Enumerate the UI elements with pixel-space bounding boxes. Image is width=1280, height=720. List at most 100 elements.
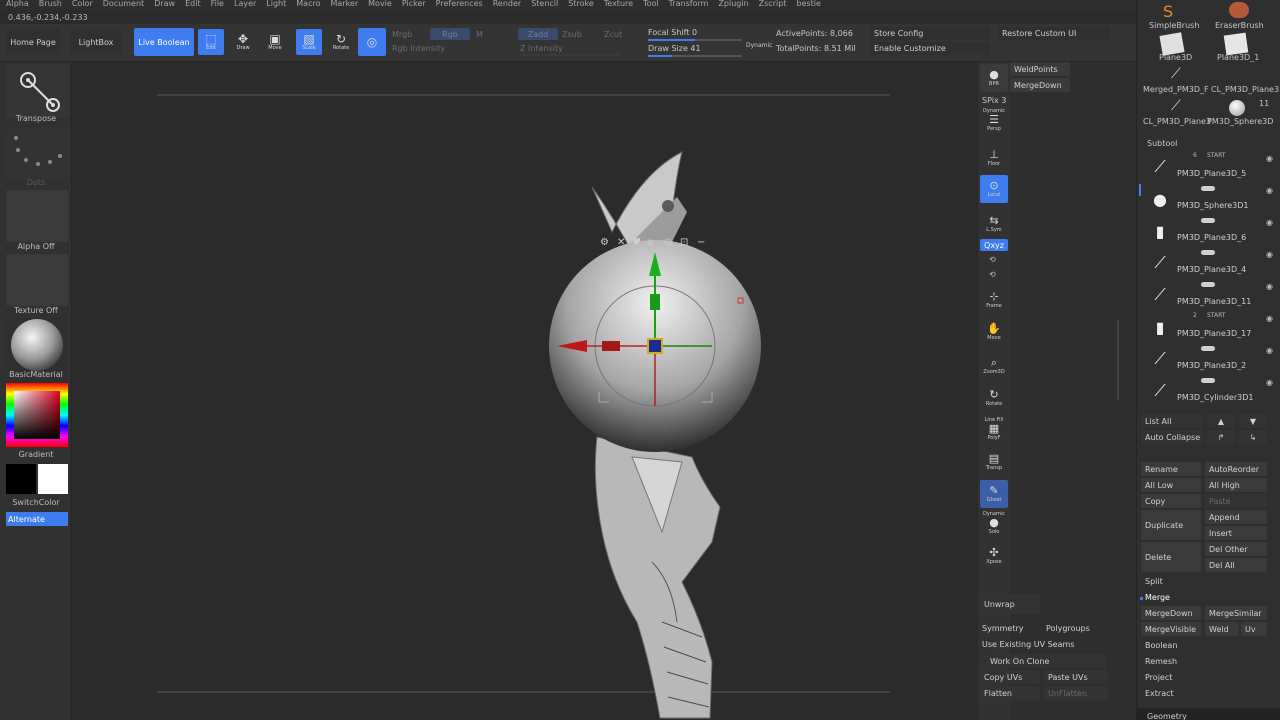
zoom3d-button[interactable]: ⌕ Zoom3D: [980, 352, 1008, 380]
m-toggle[interactable]: M: [476, 30, 483, 39]
insert-button[interactable]: Insert: [1205, 526, 1267, 540]
del-other-button[interactable]: Del Other: [1205, 542, 1267, 556]
subtool-toggle[interactable]: [1201, 250, 1215, 255]
menu-zplugin[interactable]: Zplugin: [718, 0, 748, 10]
subtool-row[interactable]: ⟋ ◉ PM3D_Cylinder3D1: [1145, 376, 1275, 408]
panel-scrollbar[interactable]: [1117, 320, 1119, 400]
eye-icon[interactable]: ◉: [1266, 346, 1273, 355]
all-high-button[interactable]: All High: [1205, 478, 1267, 492]
persp-button[interactable]: Dynamic ☰ Persp: [980, 108, 1008, 132]
rename-button[interactable]: Rename: [1141, 462, 1201, 476]
menu-draw[interactable]: Draw: [154, 0, 175, 10]
mrgb-toggle[interactable]: Mrgb: [392, 30, 412, 39]
arrow-down-right-button[interactable]: ↳: [1239, 430, 1267, 444]
geometry-header[interactable]: Geometry: [1137, 708, 1280, 720]
paste-button[interactable]: Paste: [1205, 494, 1267, 508]
brush-thumb-label-2[interactable]: Plane3D: [1159, 53, 1192, 62]
spix-control[interactable]: SPix 3: [982, 96, 1006, 105]
simple-brush-icon[interactable]: S: [1163, 2, 1173, 21]
eye-icon[interactable]: ◉: [1266, 154, 1273, 163]
subtool-row[interactable]: ⟋ 6 START ◉ PM3D_Plane3D_5: [1145, 152, 1275, 184]
weld-button[interactable]: Weld: [1205, 622, 1239, 636]
material-button[interactable]: [6, 318, 68, 372]
bpr-button[interactable]: ● BPR: [980, 64, 1008, 92]
unwrap-button[interactable]: Unwrap: [980, 594, 1040, 614]
menu-transform[interactable]: Transform: [669, 0, 709, 10]
menu-marker[interactable]: Marker: [330, 0, 358, 10]
uv-button[interactable]: Uv: [1241, 622, 1267, 636]
boolean-section[interactable]: Boolean: [1145, 641, 1177, 650]
lsym-button[interactable]: ⇆ L.Sym: [980, 210, 1008, 238]
live-boolean-button[interactable]: Live Boolean: [134, 28, 194, 56]
eye-icon[interactable]: ◉: [1266, 314, 1273, 323]
copy-button[interactable]: Copy: [1141, 494, 1201, 508]
home-page-button[interactable]: Home Page: [6, 29, 60, 55]
subtool-title[interactable]: Subtool: [1147, 139, 1177, 148]
transpose-button[interactable]: [6, 64, 68, 118]
rotate-axis-icon-1[interactable]: ⟲: [989, 255, 996, 264]
menu-document[interactable]: Document: [103, 0, 144, 10]
unflatten-button[interactable]: UnFlatten: [1044, 686, 1108, 700]
z-intensity-label[interactable]: Z Intensity: [520, 44, 563, 53]
eye-icon[interactable]: ◉: [1266, 378, 1273, 387]
canvas-viewport[interactable]: ⚙ ✕ ♥ ⌂ ◎ ⊡ −: [72, 62, 978, 720]
qxyz-button[interactable]: Qxyz: [980, 239, 1008, 251]
frame-button[interactable]: ⊹ Frame: [980, 286, 1008, 314]
xpose-button[interactable]: ✣ Xpose: [980, 542, 1008, 570]
merge-visible-button[interactable]: MergeVisible: [1141, 622, 1201, 636]
ghost-button[interactable]: ✎ Ghost: [980, 480, 1008, 508]
brush-thumb-label-4[interactable]: Merged_PM3D_F: [1143, 85, 1209, 94]
menu-edit[interactable]: Edit: [185, 0, 201, 10]
project-section[interactable]: Project: [1145, 673, 1172, 682]
polyf-button[interactable]: Line Fill ▦ PolyF: [980, 414, 1008, 444]
copy-uvs-button[interactable]: Copy UVs: [980, 670, 1040, 684]
rgb-intensity-label[interactable]: Rgb Intensity: [392, 44, 445, 53]
split-section[interactable]: Split: [1145, 577, 1163, 586]
extract-section[interactable]: Extract: [1145, 689, 1174, 698]
restore-custom-ui-button[interactable]: Restore Custom UI: [998, 27, 1110, 40]
symmetry-button[interactable]: Symmetry: [982, 624, 1023, 633]
brush-thumb-label-0[interactable]: SimpleBrush: [1149, 21, 1199, 30]
subtool-toggle[interactable]: [1201, 282, 1215, 287]
eye-icon[interactable]: ◉: [1266, 250, 1273, 259]
brush-thumb-label-3[interactable]: Plane3D_1: [1217, 53, 1259, 62]
subtool-row[interactable]: ● ◉ PM3D_Sphere3D1: [1139, 184, 1275, 216]
primary-color-swatch[interactable]: [6, 464, 36, 494]
subtool-row[interactable]: ⟋ ◉ PM3D_Plane3D_2: [1145, 344, 1275, 376]
move-mode-button[interactable]: ▣ Move: [262, 29, 288, 55]
subtool-row[interactable]: ⟋ ◉ PM3D_Plane3D_4: [1145, 248, 1275, 280]
brush-thumb-label-6[interactable]: CL_PM3D_Plane3: [1143, 117, 1211, 126]
eye-icon[interactable]: ◉: [1266, 218, 1273, 227]
weld-points-button[interactable]: WeldPoints: [1010, 62, 1070, 76]
menu-file[interactable]: File: [211, 0, 224, 10]
duplicate-button[interactable]: Duplicate: [1141, 510, 1201, 540]
menu-bestie[interactable]: bestie: [796, 0, 820, 10]
menu-picker[interactable]: Picker: [402, 0, 426, 10]
focal-shift-label[interactable]: Focal Shift 0: [648, 28, 697, 37]
store-config-button[interactable]: Store Config: [870, 27, 990, 40]
draw-size-label[interactable]: Draw Size 41: [648, 44, 701, 53]
move-view-button[interactable]: ✋ Move: [980, 318, 1008, 346]
rgb-toggle[interactable]: Rgb: [430, 28, 470, 40]
gizmo-button[interactable]: ◎: [358, 28, 386, 56]
merge-down-top-button[interactable]: MergeDown: [1010, 78, 1070, 92]
menu-movie[interactable]: Movie: [368, 0, 392, 10]
merge-down-button[interactable]: MergeDown: [1141, 606, 1201, 620]
merge-similar-button[interactable]: MergeSimilar: [1205, 606, 1267, 620]
zadd-toggle[interactable]: Zadd: [518, 28, 558, 40]
secondary-color-swatch[interactable]: [38, 464, 68, 494]
menu-light[interactable]: Light: [266, 0, 286, 10]
enable-customize-button[interactable]: Enable Customize: [870, 42, 990, 55]
menu-layer[interactable]: Layer: [234, 0, 256, 10]
rotate-view-button[interactable]: ↻ Rotate: [980, 384, 1008, 412]
merged-icon[interactable]: ⟋: [1171, 66, 1181, 82]
brush-thumb-label-5[interactable]: CL_PM3D_Plane3: [1211, 85, 1279, 94]
move-down-button[interactable]: ▼: [1239, 414, 1267, 428]
gradient-label[interactable]: Gradient: [0, 450, 72, 459]
dynamic-toggle[interactable]: Dynamic: [746, 42, 772, 49]
all-low-button[interactable]: All Low: [1141, 478, 1201, 492]
use-existing-uv-seams-button[interactable]: Use Existing UV Seams: [982, 640, 1074, 649]
texture-button[interactable]: [6, 254, 68, 306]
rotate-axis-icon-2[interactable]: ⟲: [989, 270, 996, 279]
eye-icon[interactable]: ◉: [1266, 282, 1273, 291]
